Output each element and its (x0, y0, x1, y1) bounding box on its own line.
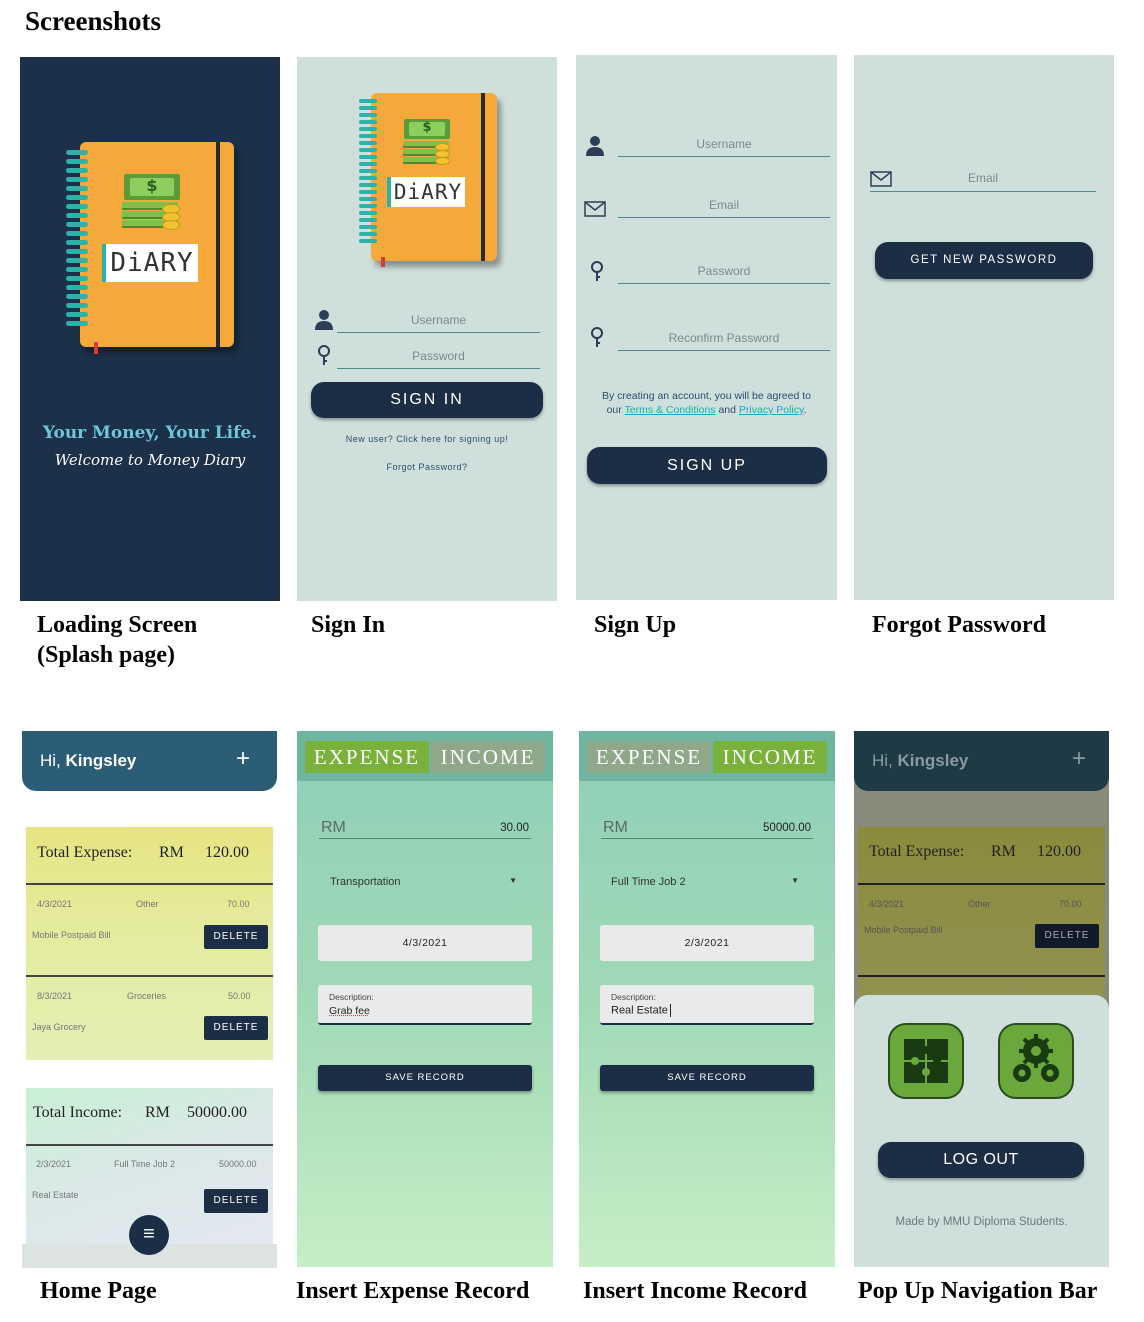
splash-screen: $ DiARY Your Money, Your Life. Welcome t… (20, 57, 280, 601)
menu-icon: ≡ (143, 1223, 155, 1245)
diary-notebook-logo: $ DiARY (66, 142, 236, 357)
log-out-button[interactable]: LOG OUT (878, 1142, 1084, 1178)
amount-field[interactable]: RM 30.00 (319, 819, 531, 839)
tab-income[interactable]: INCOME (713, 741, 827, 773)
tab-income[interactable]: INCOME (431, 741, 545, 773)
splash-tagline: Your Money, Your Life. (42, 423, 258, 443)
total-expense-value: 120.00 (205, 844, 249, 861)
puzzle-icon[interactable] (888, 1023, 964, 1099)
terms-link[interactable]: Terms & Conditions (625, 404, 716, 416)
add-icon[interactable]: + (236, 745, 250, 773)
total-income-value: 50000.00 (187, 1104, 247, 1121)
signin-screen: $ DiARY Username Password SIGN IN New us… (297, 57, 557, 601)
caption-signup: Sign Up (594, 612, 677, 638)
caption-signin: Sign In (311, 612, 386, 638)
amount-value: 30.00 (500, 822, 529, 834)
category-value: Transportation (330, 876, 401, 888)
greeting: Hi, Kingsley (40, 751, 137, 770)
forgot-password-link[interactable]: Forgot Password? (297, 462, 557, 472)
popup-sheet: LOG OUT Made by MMU Diploma Students. (854, 995, 1109, 1267)
key-icon (588, 327, 606, 352)
category-select[interactable]: Full Time Job 2 ▼ (601, 873, 813, 893)
email-field[interactable]: Email (870, 171, 1096, 192)
caption-expense: Insert Expense Record (296, 1278, 530, 1304)
username-field[interactable]: Username (618, 137, 830, 157)
caption-popup: Pop Up Navigation Bar (858, 1278, 1098, 1304)
sign-up-button[interactable]: SIGN UP (587, 447, 827, 484)
popup-nav-screen: Hi, Kingsley + Total Expense: RM 120.00 … (854, 731, 1109, 1267)
expense-currency: RM (159, 844, 184, 861)
amount-value: 50000.00 (763, 822, 811, 834)
dropdown-icon: ▼ (509, 876, 517, 885)
tab-expense[interactable]: EXPENSE (587, 741, 711, 773)
money-stack-icon: $ (120, 174, 184, 234)
save-record-button[interactable]: SAVE RECORD (600, 1065, 814, 1091)
key-icon (588, 261, 606, 286)
mail-icon (584, 201, 606, 220)
password-field[interactable]: Password (337, 349, 540, 369)
footer-credit: Made by MMU Diploma Students. (895, 1216, 1068, 1228)
income-currency: RM (145, 1104, 170, 1121)
currency-label: RM (321, 819, 346, 836)
settings-gear-icon[interactable] (998, 1023, 1074, 1099)
insert-income-screen: EXPENSE INCOME RM 50000.00 Full Time Job… (579, 731, 835, 1267)
amount-field[interactable]: RM 50000.00 (601, 819, 813, 839)
password-field[interactable]: Password (618, 264, 830, 284)
agreement-text: By creating an account, you will be agre… (602, 390, 811, 416)
date-field[interactable]: 2/3/2021 (600, 925, 814, 961)
caption-home: Home Page (40, 1278, 157, 1304)
tab-expense[interactable]: EXPENSE (305, 741, 429, 773)
caption-income: Insert Income Record (583, 1278, 807, 1304)
currency-label: RM (603, 819, 628, 836)
total-expense-label: Total Expense: (37, 844, 133, 861)
money-stack-icon: $ (401, 119, 453, 169)
dropdown-icon: ▼ (791, 876, 799, 885)
reconfirm-password-field[interactable]: Reconfirm Password (618, 331, 830, 351)
forgot-password-screen: Email GET NEW PASSWORD (854, 55, 1114, 600)
sign-in-button[interactable]: SIGN IN (311, 382, 543, 418)
page-title: Screenshots (25, 6, 162, 36)
insert-expense-screen: EXPENSE INCOME RM 30.00 Transportation ▼… (297, 731, 553, 1267)
total-income-label: Total Income: (33, 1104, 123, 1121)
caption-forgot: Forgot Password (872, 612, 1046, 638)
home-top-bar: Hi, Kingsley + (22, 731, 277, 791)
username-field[interactable]: Username (337, 313, 540, 333)
diary-notebook-logo: $ DiARY (359, 93, 499, 268)
menu-button[interactable]: ≡ (129, 1215, 169, 1255)
splash-welcome: Welcome to Money Diary (54, 451, 246, 469)
signup-screen: Username Email Password Reconfirm Passwo… (576, 55, 837, 600)
home-top-bar-dimmed: Hi, Kingsley + (854, 731, 1109, 791)
get-new-password-button[interactable]: GET NEW PASSWORD (875, 242, 1093, 279)
expense-card-dimmed: Total Expense: RM 120.00 4/3/2021 Other … (858, 827, 1105, 997)
diary-label: DiARY (102, 244, 198, 282)
delete-button[interactable]: DELETE (204, 1189, 268, 1213)
key-icon (315, 345, 333, 370)
text-cursor (669, 1004, 671, 1017)
email-field[interactable]: Email (618, 198, 830, 218)
description-field[interactable]: Description: Grab fee (318, 985, 532, 1025)
home-screen: Hi, Kingsley + Total Expense: RM 120.00 … (22, 731, 277, 1268)
expense-card: Total Expense: RM 120.00 4/3/2021 Other … (26, 827, 273, 1060)
caption-loading: Loading Screen (Splash page) (37, 612, 198, 668)
description-field[interactable]: Description: Real Estate (600, 985, 814, 1025)
add-icon: + (1072, 745, 1087, 772)
save-record-button[interactable]: SAVE RECORD (318, 1065, 532, 1091)
privacy-link[interactable]: Privacy Policy (739, 404, 804, 416)
signup-link[interactable]: New user? Click here for signing up! (297, 434, 557, 444)
user-icon (313, 309, 335, 334)
category-value: Full Time Job 2 (611, 876, 686, 888)
delete-button[interactable]: DELETE (204, 1016, 268, 1040)
date-field[interactable]: 4/3/2021 (318, 925, 532, 961)
delete-button[interactable]: DELETE (204, 925, 268, 949)
greeting: Hi, Kingsley (872, 751, 969, 770)
diary-label: DiARY (387, 177, 465, 207)
category-select[interactable]: Transportation ▼ (319, 873, 531, 893)
user-icon (584, 135, 606, 160)
